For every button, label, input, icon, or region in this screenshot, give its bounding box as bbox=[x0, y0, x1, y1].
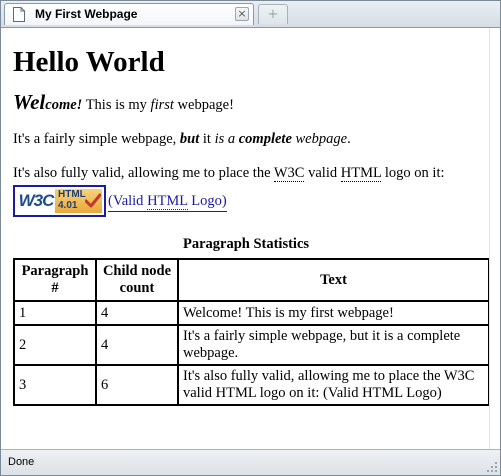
tab-title: My First Webpage bbox=[35, 7, 138, 21]
page-icon bbox=[13, 7, 25, 22]
vertical-scrollbar[interactable] bbox=[489, 28, 500, 450]
valid-html-logo-text[interactable]: (Valid HTML Logo) bbox=[108, 191, 227, 212]
p2-is-a: is a bbox=[214, 131, 239, 147]
table-row: 1 4 Welcome! This is my first webpage! bbox=[14, 301, 489, 325]
page-content: Hello World Welcome! This is my first we… bbox=[1, 28, 490, 450]
table-row: 2 4 It's a fairly simple webpage, but it… bbox=[14, 325, 489, 365]
cell-paragraph-number: 3 bbox=[14, 365, 96, 405]
table-header-row: Paragraph # Child node count Text bbox=[14, 259, 489, 301]
paragraph-1: Welcome! This is my first webpage! bbox=[13, 90, 479, 114]
resize-grip-icon[interactable] bbox=[486, 461, 498, 473]
checkmark-icon bbox=[85, 193, 101, 208]
column-header-text: Text bbox=[178, 259, 489, 301]
p2-complete: complete bbox=[238, 131, 292, 147]
badge-w3c-text: W3C bbox=[17, 189, 55, 213]
page-heading: Hello World bbox=[13, 46, 165, 78]
paragraph-2: It's a fairly simple webpage, but it is … bbox=[13, 130, 479, 148]
cell-child-node-count: 6 bbox=[96, 365, 178, 405]
w3c-abbr: W3C bbox=[273, 165, 305, 182]
table-row: 3 6 It's also fully valid, allowing me t… bbox=[14, 365, 489, 405]
p3-text-a: It's also fully valid, allowing me to pl… bbox=[13, 165, 274, 181]
status-text: Done bbox=[8, 456, 35, 468]
cell-paragraph-number: 1 bbox=[14, 301, 96, 325]
cell-paragraph-number: 2 bbox=[14, 325, 96, 365]
cell-text: Welcome! This is my first webpage! bbox=[178, 301, 489, 325]
p2-text-b: it bbox=[199, 131, 215, 147]
cell-child-node-count: 4 bbox=[96, 325, 178, 365]
logo-link-close: Logo) bbox=[187, 193, 227, 209]
paragraph-statistics-table: Paragraph # Child node count Text 1 4 We… bbox=[13, 258, 490, 406]
tab-my-first-webpage[interactable]: My First Webpage × bbox=[4, 3, 254, 25]
table-caption: Paragraph Statistics bbox=[182, 236, 310, 252]
p3-text-c: logo on it: bbox=[381, 165, 445, 181]
p1-first: first bbox=[150, 97, 174, 113]
badge-version-text: 4.01 bbox=[58, 200, 78, 211]
valid-html-logo-link[interactable]: W3C HTML 4.01 (Valid HTML Logo) bbox=[13, 185, 479, 217]
status-bar: Done bbox=[1, 449, 500, 475]
p1-text-a: This is my bbox=[82, 97, 151, 113]
close-tab-icon[interactable]: × bbox=[235, 7, 249, 21]
p2-but: but bbox=[179, 131, 200, 147]
html-abbr: HTML bbox=[340, 165, 382, 182]
logo-link-open: (Valid bbox=[108, 193, 148, 209]
tab-bar: My First Webpage × + bbox=[1, 1, 500, 28]
welcome-rest: come! bbox=[45, 97, 83, 113]
column-header-child-node-count: Child node count bbox=[96, 259, 178, 301]
valid-html-badge[interactable]: W3C HTML 4.01 bbox=[13, 185, 106, 217]
p3-text-b: valid bbox=[304, 165, 341, 181]
p2-text-a: It's a fairly simple webpage, bbox=[13, 131, 180, 147]
column-header-paragraph: Paragraph # bbox=[14, 259, 96, 301]
new-tab-button[interactable]: + bbox=[258, 4, 288, 24]
browser-window: My First Webpage × + Hello World Welcome… bbox=[0, 0, 501, 476]
paragraph-3: It's also fully valid, allowing me to pl… bbox=[13, 164, 479, 182]
p1-text-b: webpage! bbox=[173, 97, 234, 113]
logo-link-html: HTML bbox=[147, 193, 188, 210]
welcome-initial: Wel bbox=[13, 90, 46, 114]
cell-text: It's also fully valid, allowing me to pl… bbox=[178, 365, 489, 405]
p2-webpage: webpage bbox=[291, 131, 348, 147]
cell-child-node-count: 4 bbox=[96, 301, 178, 325]
badge-html-block: HTML 4.01 bbox=[55, 189, 102, 213]
p2-period: . bbox=[347, 131, 351, 147]
cell-text: It's a fairly simple webpage, but it is … bbox=[178, 325, 489, 365]
